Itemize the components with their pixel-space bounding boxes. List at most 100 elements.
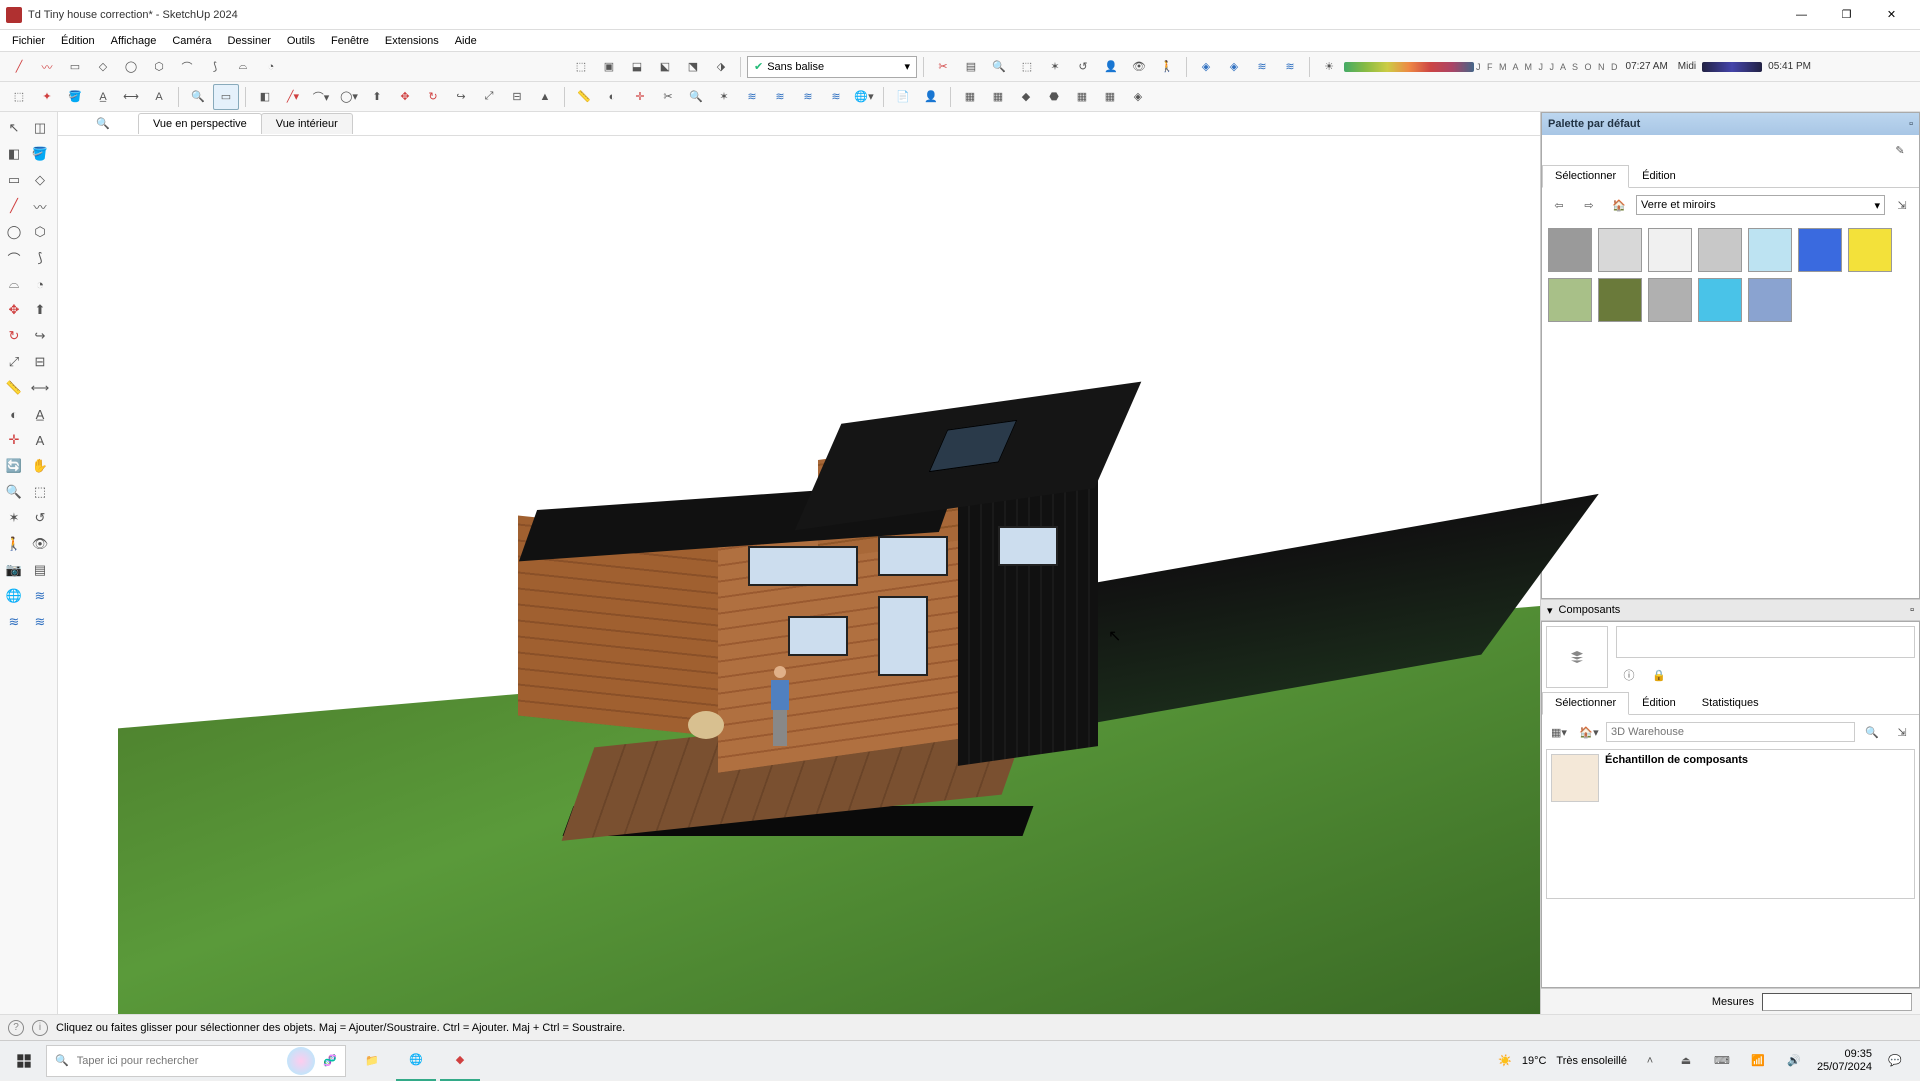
sandbox5-icon[interactable]: ▦ <box>1069 84 1095 110</box>
section-display-icon[interactable]: ▤ <box>958 54 984 80</box>
material-swatch[interactable] <box>1598 278 1642 322</box>
material-swatch[interactable] <box>1648 278 1692 322</box>
tab-interior[interactable]: Vue intérieur <box>261 113 353 134</box>
3d-text-icon[interactable]: A <box>146 84 172 110</box>
search-app-icon[interactable]: 🧬 <box>323 1054 337 1067</box>
tray-usb-icon[interactable]: ⏏ <box>1673 1048 1699 1074</box>
previous-icon[interactable]: ↺ <box>1070 54 1096 80</box>
zoomwin2-icon[interactable]: ⬚ <box>28 480 52 504</box>
solid-subtract-icon[interactable]: ⬕ <box>652 54 678 80</box>
material-swatch[interactable] <box>1798 228 1842 272</box>
taskbar-search[interactable]: 🔍 Taper ici pour rechercher 🧬 <box>46 1045 346 1077</box>
taskbar-clock[interactable]: 09:35 25/07/2024 <box>1817 1048 1872 1072</box>
components-tab-stats[interactable]: Statistiques <box>1689 692 1772 714</box>
arc4-icon[interactable]: ⌒ <box>2 246 26 270</box>
tab-perspective[interactable]: Vue en perspective <box>138 113 262 134</box>
poly2-icon[interactable]: ⬡ <box>28 220 52 244</box>
component-name-input[interactable] <box>1616 626 1915 658</box>
info-icon[interactable]: i <box>32 1020 48 1036</box>
zoom-icon[interactable]: 🔍 <box>986 54 1012 80</box>
arc2-tool-icon[interactable]: ⟆ <box>202 54 228 80</box>
zoomext2-icon[interactable]: ✶ <box>2 506 26 530</box>
axes-icon[interactable]: ✛ <box>627 84 653 110</box>
select-icon[interactable]: ↖ <box>2 116 26 140</box>
tray-chevron-icon[interactable]: ˄ <box>1637 1048 1663 1074</box>
section2-icon[interactable]: ▤ <box>28 558 52 582</box>
pushpull2-icon[interactable]: ⬆ <box>28 298 52 322</box>
rotate2-icon[interactable]: ↻ <box>2 324 26 348</box>
zoom2-icon[interactable]: 🔍 <box>185 84 211 110</box>
components-panel-header[interactable]: ▾ Composants ▫ <box>1541 599 1920 621</box>
followme2-icon[interactable]: ↪ <box>28 324 52 348</box>
nav-fwd-icon[interactable]: ⇨ <box>1576 192 1602 218</box>
eraser2-icon[interactable]: ◧ <box>2 142 26 166</box>
tray-volume-icon[interactable]: 🔊 <box>1781 1048 1807 1074</box>
solid-union-icon[interactable]: ⬓ <box>624 54 650 80</box>
zoom-window-icon[interactable]: ⬚ <box>1014 54 1040 80</box>
measures-input[interactable] <box>1762 993 1912 1011</box>
tag-layers-icon[interactable]: ≋ <box>1277 54 1303 80</box>
component-lock-icon[interactable]: 🔒 <box>1646 662 1672 688</box>
weather-desc[interactable]: Très ensoleillé <box>1556 1055 1627 1067</box>
tray-keyboard-icon[interactable]: ⌨ <box>1709 1048 1735 1074</box>
walk2-icon[interactable]: 🚶 <box>2 532 26 556</box>
materials-tab-select[interactable]: Sélectionner <box>1542 165 1629 188</box>
move-icon[interactable]: ✥ <box>392 84 418 110</box>
solid-outer-icon[interactable]: ⬚ <box>568 54 594 80</box>
panel-pin-icon[interactable]: ▫ <box>1909 118 1913 130</box>
sandbox3-icon[interactable]: ◆ <box>1013 84 1039 110</box>
zoom-extents-icon[interactable]: ✶ <box>1042 54 1068 80</box>
solid-trim-icon[interactable]: ⬔ <box>680 54 706 80</box>
rotrect-icon[interactable]: ◇ <box>28 168 52 192</box>
shadows-toggle-icon[interactable]: ☀ <box>1316 54 1342 80</box>
weather-icon[interactable]: ☀️ <box>1498 1054 1512 1067</box>
help-icon[interactable]: ? <box>8 1020 24 1036</box>
protractor-icon[interactable]: ◐ <box>599 84 625 110</box>
search-go-icon[interactable]: 🔍 <box>1859 719 1885 745</box>
menu-outils[interactable]: Outils <box>279 33 323 49</box>
weather-temp[interactable]: 19°C <box>1522 1055 1547 1067</box>
material-swatch[interactable] <box>1848 228 1892 272</box>
menu-fichier[interactable]: Fichier <box>4 33 53 49</box>
section-icon[interactable]: ✂ <box>655 84 681 110</box>
freehand2-icon[interactable]: 〰 <box>28 194 52 218</box>
explorer-icon[interactable]: 📁 <box>352 1041 392 1081</box>
nav-back-icon[interactable]: ⇦ <box>1546 192 1572 218</box>
tag-selector[interactable]: ✔Sans balise ▾ <box>747 56 917 78</box>
freehand-tool-icon[interactable]: 〰 <box>34 54 60 80</box>
select-tool-icon[interactable]: ⬚ <box>6 84 32 110</box>
axes2-icon[interactable]: ✛ <box>2 428 26 452</box>
orbit-icon[interactable]: 🔄 <box>2 454 26 478</box>
pan-icon[interactable]: ✋ <box>28 454 52 478</box>
tray-wifi-icon[interactable]: 📶 <box>1745 1048 1771 1074</box>
menu-fenetre[interactable]: Fenêtre <box>323 33 377 49</box>
rotated-rect-tool-icon[interactable]: ◇ <box>90 54 116 80</box>
materials-panel-header[interactable]: Palette par défaut ▫ <box>1542 113 1919 135</box>
material-swatch[interactable] <box>1748 278 1792 322</box>
select-arrow-icon[interactable]: ▭ <box>213 84 239 110</box>
notifications-icon[interactable]: 💬 <box>1882 1048 1908 1074</box>
component-info-icon[interactable]: ⓘ <box>1616 662 1642 688</box>
maximize-button[interactable]: ❐ <box>1824 0 1869 30</box>
protractor2-icon[interactable]: ◐ <box>2 402 26 426</box>
tag-color-icon[interactable]: ◈ <box>1221 54 1247 80</box>
line3-icon[interactable]: ╱ <box>2 194 26 218</box>
offset2-icon[interactable]: ⊟ <box>28 350 52 374</box>
minimize-button[interactable]: — <box>1779 0 1824 30</box>
3dtext2-icon[interactable]: A <box>28 428 52 452</box>
eyedropper-icon[interactable]: ✎ <box>1887 137 1913 163</box>
layers3-icon[interactable]: ≋ <box>795 84 821 110</box>
sandbox6-icon[interactable]: ▦ <box>1097 84 1123 110</box>
arc6-icon[interactable]: ⌓ <box>2 272 26 296</box>
look-around-icon[interactable]: 👁 <box>1126 54 1152 80</box>
search-more-icon[interactable]: ⇲ <box>1889 719 1915 745</box>
dim2-icon[interactable]: ⟷ <box>28 376 52 400</box>
pushpull-icon[interactable]: ⬆ <box>364 84 390 110</box>
arc-tool-icon[interactable]: ⌒ <box>174 54 200 80</box>
components-tab-select[interactable]: Sélectionner <box>1542 692 1629 715</box>
text-tool-icon[interactable]: A̲ <box>90 84 116 110</box>
material-swatch[interactable] <box>1648 228 1692 272</box>
material-category-select[interactable]: Verre et miroirs ▾ <box>1636 195 1885 215</box>
eraser-icon[interactable]: ◧ <box>252 84 278 110</box>
file-icon[interactable]: 📄 <box>890 84 916 110</box>
